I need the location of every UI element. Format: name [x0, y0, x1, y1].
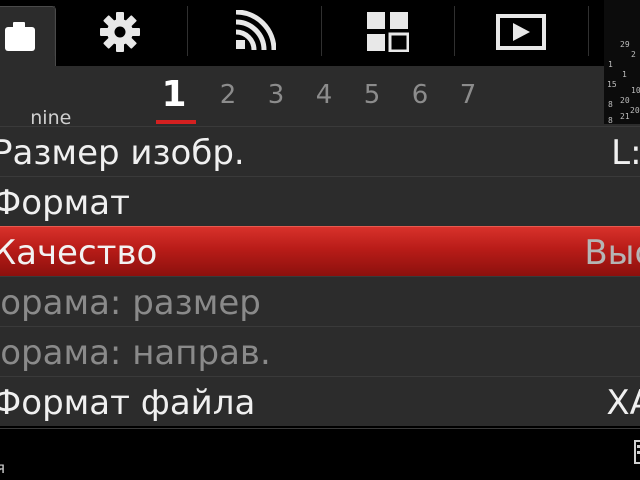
- menu-item-aspect-ratio[interactable]: Формат :: [0, 176, 640, 226]
- menu-item-panorama-direction[interactable]: норама: направ.: [0, 326, 640, 376]
- menu-item-quality[interactable]: Качество Высо: [0, 226, 640, 276]
- menu-item-image-size[interactable]: Размер изобр. L: 2: [0, 126, 640, 176]
- thumb-number: 1: [608, 60, 613, 69]
- page-number-7[interactable]: 7: [444, 76, 492, 114]
- menu-item-value: Высо: [584, 233, 640, 273]
- menu-item-label: Размер изобр.: [0, 133, 245, 173]
- menu-item-label: норама: размер: [0, 283, 261, 323]
- page-number-5[interactable]: 5: [348, 76, 396, 114]
- page-header: nine ck 1 2 3 4 5 6 7: [0, 66, 640, 177]
- menu-item-panorama-size[interactable]: норама: размер: [0, 276, 640, 326]
- menu-item-value: XAV: [606, 383, 640, 423]
- menu-item-label: норама: направ.: [0, 333, 271, 373]
- thumb-number: 10: [631, 86, 640, 95]
- tab-playback[interactable]: [455, 0, 587, 64]
- thumb-number: 15: [607, 80, 617, 89]
- thumb-number: 8: [608, 100, 613, 109]
- tab-grid[interactable]: [322, 0, 454, 64]
- menu-map-thumbnail: 1 15 8 20 1 21 8 29 2 10 20: [604, 0, 640, 124]
- page-number-1[interactable]: 1: [156, 76, 196, 124]
- camera-menu-screen: nine ck 1 2 3 4 5 6 7 1 15 8 20 1 21 8 2…: [0, 0, 640, 480]
- menu-item-label: Формат: [0, 183, 130, 223]
- play-icon: [496, 14, 546, 50]
- menu-item-file-format[interactable]: Формат файла XAV: [0, 376, 640, 426]
- page-number-4[interactable]: 4: [300, 76, 348, 114]
- footer-hint-text: я: [0, 459, 6, 477]
- thumb-number: 8: [608, 116, 613, 124]
- thumb-number: 2: [631, 50, 636, 59]
- tab-settings[interactable]: [54, 0, 186, 64]
- thumb-number: 29: [620, 40, 630, 49]
- menu-item-value: L: 2: [611, 133, 640, 173]
- menu-item-label: Качество: [0, 233, 158, 273]
- gear-icon: [98, 10, 142, 54]
- page-number-2[interactable]: 2: [204, 76, 252, 114]
- menu-list: Размер изобр. L: 2 Формат : Качество Выс…: [0, 126, 640, 426]
- thumb-number: 20: [630, 106, 640, 115]
- grid-icon: [367, 12, 409, 52]
- wireless-signal-icon: [232, 10, 276, 54]
- page-number-3[interactable]: 3: [252, 76, 300, 114]
- thumb-number: 1: [622, 70, 627, 79]
- footer-bar: я: [0, 428, 640, 480]
- tab-bar: [0, 0, 640, 67]
- page-number-6[interactable]: 6: [396, 76, 444, 114]
- menu-return-icon[interactable]: [634, 439, 640, 469]
- menu-item-label: Формат файла: [0, 383, 256, 423]
- page-selector: 1 2 3 4 5 6 7: [156, 76, 492, 124]
- camera-icon: [3, 19, 43, 55]
- tab-wireless[interactable]: [188, 0, 320, 64]
- thumb-number: 21: [620, 112, 630, 121]
- thumb-number: 20: [620, 96, 630, 105]
- tab-camera[interactable]: [0, 6, 56, 67]
